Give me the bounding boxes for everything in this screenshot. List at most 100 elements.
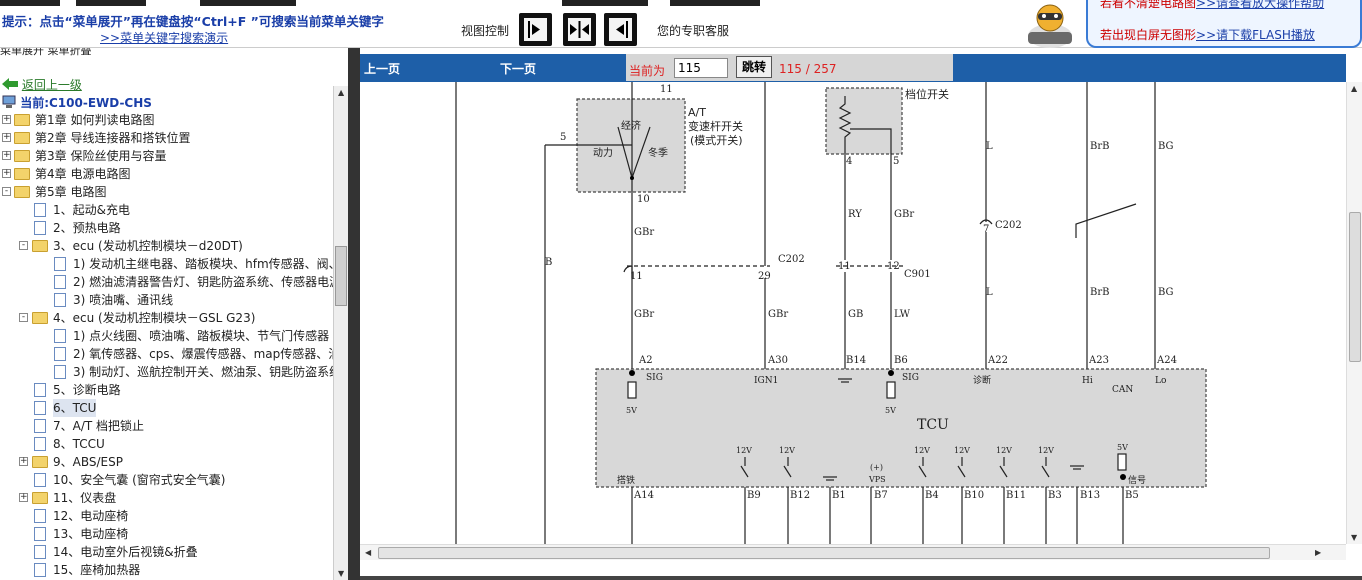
svg-text:10: 10 bbox=[637, 194, 650, 205]
svg-text:B5: B5 bbox=[1125, 490, 1139, 501]
folder-icon bbox=[32, 312, 48, 324]
svg-text:变速杆开关: 变速杆开关 bbox=[688, 119, 743, 133]
tree-item[interactable]: + 第3章 保险丝使用与容量 bbox=[0, 147, 334, 165]
svg-text:BG: BG bbox=[1158, 287, 1174, 298]
page-number-input[interactable]: 115 bbox=[674, 58, 728, 78]
page-count: 115 / 257 bbox=[779, 62, 837, 76]
tree-item-label: 3) 喷油嘴、通讯线 bbox=[73, 293, 174, 307]
tree-item-label: 3) 制动灯、巡航控制开关、燃油泵、钥匙防盗系统 bbox=[73, 365, 342, 379]
collapse-icon[interactable]: - bbox=[2, 187, 11, 196]
tree-item-label: 第1章 如何判读电路图 bbox=[35, 113, 155, 127]
svg-text:GBr: GBr bbox=[768, 309, 788, 320]
search-demo-link[interactable]: >>菜单关键字搜索演示 bbox=[100, 29, 228, 46]
collapse-icon[interactable]: - bbox=[19, 241, 28, 250]
tree-item[interactable]: +11、仪表盘 bbox=[0, 489, 334, 507]
tree-item-label: 15、座椅加热器 bbox=[53, 563, 141, 577]
help-line-flash: 若出现白屏无图形>>请下载FLASH播放 bbox=[1100, 28, 1315, 42]
tree-item[interactable]: 14、电动室外后视镜&折叠 bbox=[0, 543, 334, 561]
expand-icon[interactable]: + bbox=[2, 115, 11, 124]
tree-item[interactable]: 1、起动&充电 bbox=[0, 201, 334, 219]
flash-download-link[interactable]: >>请下载FLASH播放 bbox=[1196, 28, 1315, 42]
zoom-help-link[interactable]: >>请查看放大操作帮助 bbox=[1196, 0, 1324, 10]
tree-item[interactable]: + 第4章 电源电路图 bbox=[0, 165, 334, 183]
tree-item[interactable]: - 4、ecu (发动机控制模块－GSL G23) bbox=[0, 309, 334, 327]
svg-text:12: 12 bbox=[887, 261, 900, 272]
document-icon bbox=[54, 365, 66, 379]
tree-item-label: 1、起动&充电 bbox=[53, 203, 130, 217]
document-icon bbox=[34, 221, 46, 235]
wiring-diagram-canvas[interactable]: 11 A/T 变速杆开关 (模式开关) 经济 动力 冬季 5 10 GBr B … bbox=[360, 82, 1346, 544]
expand-icon[interactable]: + bbox=[2, 151, 11, 160]
document-icon bbox=[54, 347, 66, 361]
svg-text:C202: C202 bbox=[995, 220, 1022, 231]
toolbar-tab-stub bbox=[562, 0, 648, 6]
tree-item[interactable]: 15、座椅加热器 bbox=[0, 561, 334, 579]
svg-text:11: 11 bbox=[630, 271, 643, 282]
view-split-button[interactable] bbox=[563, 13, 596, 46]
tree-item[interactable]: - 第5章 电路图 bbox=[0, 183, 334, 201]
svg-text:BrB: BrB bbox=[1090, 287, 1109, 298]
diagram-hscroll-thumb[interactable] bbox=[378, 547, 1270, 559]
back-link-row[interactable]: 返回上一级 bbox=[2, 76, 82, 93]
diagram-vscroll-thumb[interactable] bbox=[1349, 212, 1361, 362]
svg-text:A22: A22 bbox=[987, 355, 1008, 366]
arrow-left-icon bbox=[616, 21, 628, 38]
folder-icon bbox=[14, 150, 30, 162]
back-link[interactable]: 返回上一级 bbox=[22, 78, 82, 92]
help-line-zoom: 若看不清楚电路图>>请查看放大操作帮助 bbox=[1100, 0, 1324, 11]
expand-icon[interactable]: + bbox=[19, 493, 28, 502]
tree-item[interactable]: 13、电动座椅 bbox=[0, 525, 334, 543]
sidebar-scrollbar[interactable]: ▲ ▼ bbox=[333, 86, 348, 580]
view-control-label: 视图控制 bbox=[461, 24, 510, 38]
pin-label: 11 bbox=[660, 84, 673, 95]
expand-icon[interactable]: + bbox=[2, 169, 11, 178]
tree-item[interactable]: 1) 点火线圈、喷油嘴、踏板模块、节气门传感器 bbox=[0, 327, 334, 345]
tree-item[interactable]: +9、ABS/ESP bbox=[0, 453, 334, 471]
tree-item[interactable]: 10、安全气囊 (窗帘式安全气囊) bbox=[0, 471, 334, 489]
panel-divider[interactable] bbox=[348, 48, 360, 580]
tree-item[interactable]: 2) 燃油滤清器警告灯、钥匙防盗系统、传感器电源 bbox=[0, 273, 341, 291]
tree-item[interactable]: 2) 氧传感器、cps、爆震传感器、map传感器、油 bbox=[0, 345, 340, 363]
tree-item[interactable]: + 第1章 如何判读电路图 bbox=[0, 111, 334, 129]
tree-item-label: 6、TCU bbox=[53, 399, 97, 417]
diagram-vertical-scrollbar[interactable]: ▲ ▼ bbox=[1346, 82, 1362, 544]
tree-item[interactable]: 3) 喷油嘴、通讯线 bbox=[0, 291, 334, 309]
svg-text:Lo: Lo bbox=[1155, 376, 1166, 386]
tree-item[interactable]: - 3、ecu (发动机控制模块－d20DT) bbox=[0, 237, 334, 255]
tree-item[interactable]: 1) 发动机主继电器、踏板模块、hfm传感器、阀、 bbox=[0, 255, 341, 273]
tree-item[interactable]: 5、诊断电路 bbox=[0, 381, 334, 399]
menu-expand-collapse-partial[interactable]: 菜单展开 菜单折叠 bbox=[0, 48, 92, 58]
expand-icon[interactable]: + bbox=[2, 133, 11, 142]
svg-text:12V: 12V bbox=[779, 446, 795, 455]
tree-item-label: 第3章 保险丝使用与容量 bbox=[35, 149, 167, 163]
sidebar-scroll-thumb[interactable] bbox=[335, 246, 347, 306]
jump-button[interactable]: 跳转 bbox=[736, 56, 772, 78]
svg-text:B14: B14 bbox=[846, 355, 866, 366]
expand-icon[interactable]: + bbox=[19, 457, 28, 466]
tree-item[interactable]: 2、预热电路 bbox=[0, 219, 334, 237]
collapse-icon[interactable]: - bbox=[19, 313, 28, 322]
tree-item-label: 10、安全气囊 (窗帘式安全气囊) bbox=[53, 473, 226, 487]
current-document: 当前:C100-EWD-CHS bbox=[2, 94, 152, 111]
diagram-horizontal-scrollbar[interactable]: ◀ ▶ bbox=[360, 544, 1346, 560]
tree-item[interactable]: 6、TCU bbox=[0, 399, 334, 417]
tree-item[interactable]: 7、A/T 档把锁止 bbox=[0, 417, 334, 435]
svg-text:L: L bbox=[986, 141, 993, 152]
svg-text:7: 7 bbox=[983, 224, 989, 235]
tree-item[interactable]: 12、电动座椅 bbox=[0, 507, 334, 525]
toolbar-tab-stub bbox=[200, 0, 296, 6]
tree-item-label: 8、TCCU bbox=[53, 437, 105, 451]
svg-text:BG: BG bbox=[1158, 141, 1174, 152]
tree-item-label: 13、电动座椅 bbox=[53, 527, 129, 541]
document-icon bbox=[54, 275, 66, 289]
toolbar-tab-stub bbox=[670, 0, 760, 6]
view-expand-right-button[interactable] bbox=[519, 13, 552, 46]
prev-page-link[interactable]: 上一页 bbox=[364, 60, 400, 77]
svg-text:12V: 12V bbox=[1038, 446, 1054, 455]
view-expand-left-button[interactable] bbox=[604, 13, 637, 46]
tree-item[interactable]: 8、TCCU bbox=[0, 435, 334, 453]
tree-item[interactable]: 3) 制动灯、巡航控制开关、燃油泵、钥匙防盗系统 bbox=[0, 363, 341, 381]
svg-text:(模式开关): (模式开关) bbox=[690, 133, 743, 147]
tree-item[interactable]: + 第2章 导线连接器和搭铁位置 bbox=[0, 129, 334, 147]
next-page-link[interactable]: 下一页 bbox=[500, 60, 536, 77]
